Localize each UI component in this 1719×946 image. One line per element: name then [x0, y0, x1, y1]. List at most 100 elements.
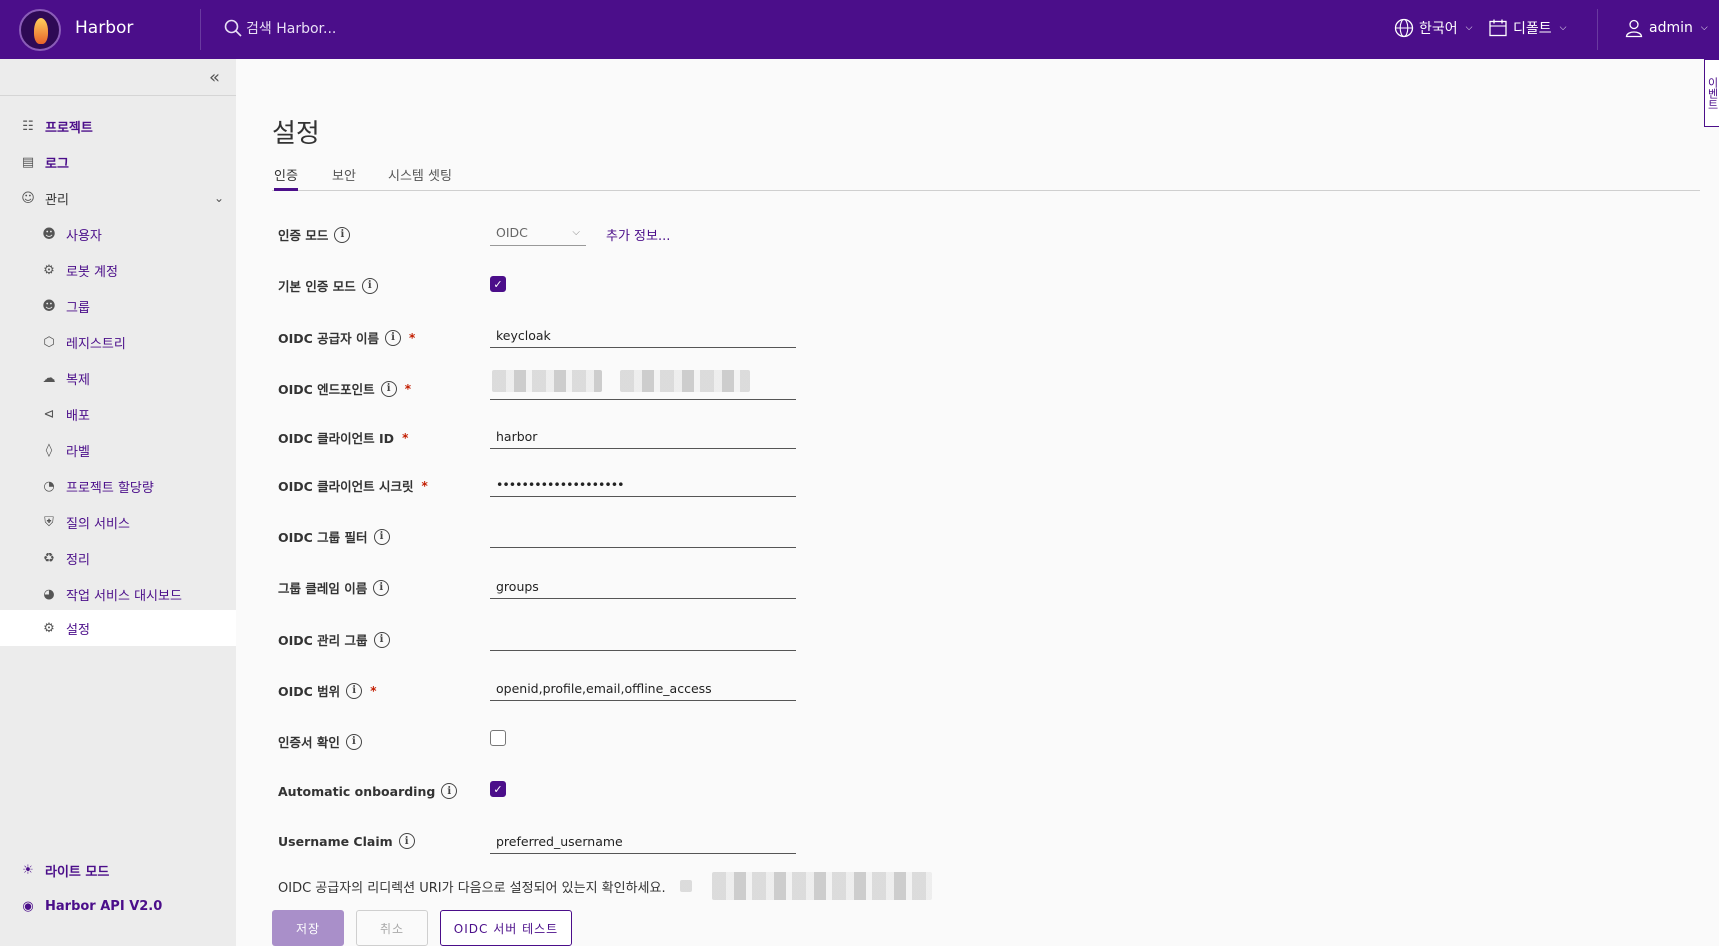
info-icon[interactable]: i — [398, 833, 415, 849]
sidebar-item-label: 레지스트리 — [66, 336, 126, 352]
more-info-link[interactable]: 추가 정보... — [606, 225, 670, 244]
oidc-admin-group-input[interactable] — [490, 627, 796, 651]
field-label-text: OIDC 범위 — [278, 684, 341, 699]
field-label-text: OIDC 클라이언트 ID — [278, 431, 395, 446]
field-label-text: Username Claim — [278, 833, 393, 849]
info-icon[interactable]: i — [380, 380, 397, 397]
info-icon[interactable]: i — [373, 631, 390, 648]
datetime-menu[interactable]: 디폴트 ⌵ — [1488, 18, 1566, 38]
sidebar-item-label: 로그 — [45, 156, 69, 172]
shield-icon: ⛨ — [44, 514, 54, 530]
auth-mode-value: OIDC — [496, 225, 528, 240]
calendar-icon — [1489, 19, 1507, 37]
primary-auth-checkbox[interactable]: ✓ — [490, 276, 506, 292]
sidebar-item-configuration[interactable]: ⚙ 설정 — [0, 610, 236, 646]
sidebar-item-admin[interactable]: ☺ 관리 ⌄ — [0, 180, 236, 216]
tab-system-settings[interactable]: 시스템 셋팅 — [388, 165, 452, 191]
sidebar-item-label: 프로젝트 할당량 — [66, 480, 154, 496]
sidebar-item-label: 설정 — [66, 622, 90, 638]
sidebar-item-label: 로봇 계정 — [66, 264, 118, 280]
admin-icon: ☺ — [21, 190, 35, 206]
info-icon[interactable]: i — [361, 277, 378, 294]
harbor-logo[interactable] — [19, 9, 61, 51]
sidebar-item-labels[interactable]: ◊ 라벨 — [0, 432, 236, 468]
field-label-text: 기본 인증 모드 — [278, 279, 356, 294]
info-icon[interactable]: i — [334, 226, 351, 243]
chevron-down-icon: ⌵ — [1700, 23, 1708, 33]
info-icon[interactable]: i — [373, 579, 390, 596]
sidebar-item-groups[interactable]: ☻ 그룹 — [0, 288, 236, 324]
oidc-client-secret-input[interactable] — [490, 473, 796, 497]
sidebar-item-label: 그룹 — [66, 300, 90, 316]
username: admin — [1649, 20, 1693, 36]
theme-label: 라이트 모드 — [45, 864, 110, 880]
cancel-button[interactable]: 취소 — [356, 910, 428, 946]
language-label: 한국어 — [1419, 21, 1458, 37]
oidc-scope-label: OIDC 범위 i * — [278, 681, 376, 700]
sidebar-item-registries[interactable]: ⬡ 레지스트리 — [0, 324, 236, 360]
oidc-client-id-input[interactable] — [490, 425, 796, 449]
sidebar-item-project-quotas[interactable]: ◔ 프로젝트 할당량 — [0, 468, 236, 504]
sidebar-item-job-service-dashboard[interactable]: ◕ 작업 서비스 대시보드 — [0, 576, 236, 612]
oidc-group-filter-input[interactable] — [490, 524, 796, 548]
required-marker: * — [421, 478, 428, 493]
info-icon[interactable]: i — [385, 329, 402, 346]
info-icon[interactable]: i — [441, 783, 458, 799]
search-icon — [224, 19, 242, 37]
sidebar-item-distribution[interactable]: ⊲ 배포 — [0, 396, 236, 432]
top-header: Harbor 검색 Harbor... 한국어 ⌵ 디폴트 ⌵ admin ⌵ — [0, 0, 1719, 59]
username-claim-input[interactable] — [490, 830, 796, 854]
oidc-endpoint-input[interactable] — [490, 370, 796, 400]
field-label-text: 그룹 클레임 이름 — [278, 581, 368, 596]
redirect-note-text: OIDC 공급자의 리디렉션 URI가 다음으로 설정되어 있는지 확인하세요. — [278, 881, 666, 896]
info-icon[interactable]: i — [373, 528, 390, 545]
tab-authentication[interactable]: 인증 — [274, 165, 298, 191]
settings-icon: ⚙ — [43, 620, 55, 636]
sidebar-item-users[interactable]: ☻ 사용자 — [0, 216, 236, 252]
user-menu[interactable]: admin ⌵ — [1624, 18, 1708, 38]
info-icon[interactable]: i — [346, 682, 363, 699]
info-icon[interactable]: i — [345, 733, 362, 750]
group-claim-input[interactable] — [490, 575, 796, 599]
oidc-client-id-label: OIDC 클라이언트 ID * — [278, 428, 408, 447]
event-side-tab[interactable]: 이벤트 — [1704, 59, 1719, 127]
sidebar-item-projects[interactable]: ☷ 프로젝트 — [0, 108, 236, 144]
sidebar-item-clean-up[interactable]: ♻ 정리 — [0, 540, 236, 576]
save-button[interactable]: 저장 — [272, 910, 344, 946]
page-title: 설정 — [272, 119, 320, 149]
oidc-provider-input[interactable] — [490, 324, 796, 348]
sidebar-item-interrogation-services[interactable]: ⛨ 질의 서비스 — [0, 504, 236, 540]
settings-tabs: 인증 보안 시스템 셋팅 — [272, 165, 1700, 191]
auth-mode-select[interactable]: OIDC ⌵ — [490, 222, 586, 246]
verify-cert-checkbox[interactable] — [490, 730, 506, 746]
users-icon: ☻ — [42, 226, 56, 242]
logs-icon: ▤ — [21, 154, 35, 170]
collapse-sidebar-icon[interactable]: « — [209, 67, 220, 88]
distribution-icon: ⊲ — [43, 406, 55, 422]
sidebar-item-label: 질의 서비스 — [66, 516, 130, 532]
tab-security[interactable]: 보안 — [332, 165, 356, 191]
language-menu[interactable]: 한국어 ⌵ — [1394, 18, 1472, 38]
field-label-text: OIDC 엔드포인트 — [278, 382, 375, 397]
sidebar: « ☷ 프로젝트 ▤ 로그 ☺ 관리 ⌄ ☻ 사용자 ⚙ 로봇 계정 ☻ 그룹 … — [0, 59, 236, 946]
search-placeholder: 검색 Harbor... — [246, 21, 337, 37]
sidebar-item-replication[interactable]: ☁ 복제 — [0, 360, 236, 396]
sidebar-item-robot-accounts[interactable]: ⚙ 로봇 계정 — [0, 252, 236, 288]
field-label-text: OIDC 공급자 이름 — [278, 331, 380, 346]
global-search[interactable]: 검색 Harbor... — [224, 18, 336, 38]
replication-icon: ☁ — [42, 370, 56, 386]
projects-icon: ☷ — [22, 118, 34, 134]
auto-onboarding-checkbox[interactable]: ✓ — [490, 781, 506, 797]
oidc-scope-input[interactable] — [490, 677, 796, 701]
harbor-api-link[interactable]: ◉ Harbor API V2.0 — [0, 888, 236, 924]
auth-mode-label: 인증 모드 i — [278, 225, 351, 244]
app-title[interactable]: Harbor — [75, 18, 133, 38]
field-label-text: OIDC 그룹 필터 — [278, 530, 368, 545]
redacted-text — [620, 370, 750, 392]
light-mode-toggle[interactable]: ☀ 라이트 모드 — [0, 852, 236, 888]
oidc-endpoint-label: OIDC 엔드포인트 i * — [278, 379, 411, 398]
sidebar-item-logs[interactable]: ▤ 로그 — [0, 144, 236, 180]
test-oidc-server-button[interactable]: OIDC 서버 테스트 — [440, 910, 572, 946]
registry-icon: ⬡ — [43, 334, 55, 350]
redacted-text — [492, 370, 602, 392]
